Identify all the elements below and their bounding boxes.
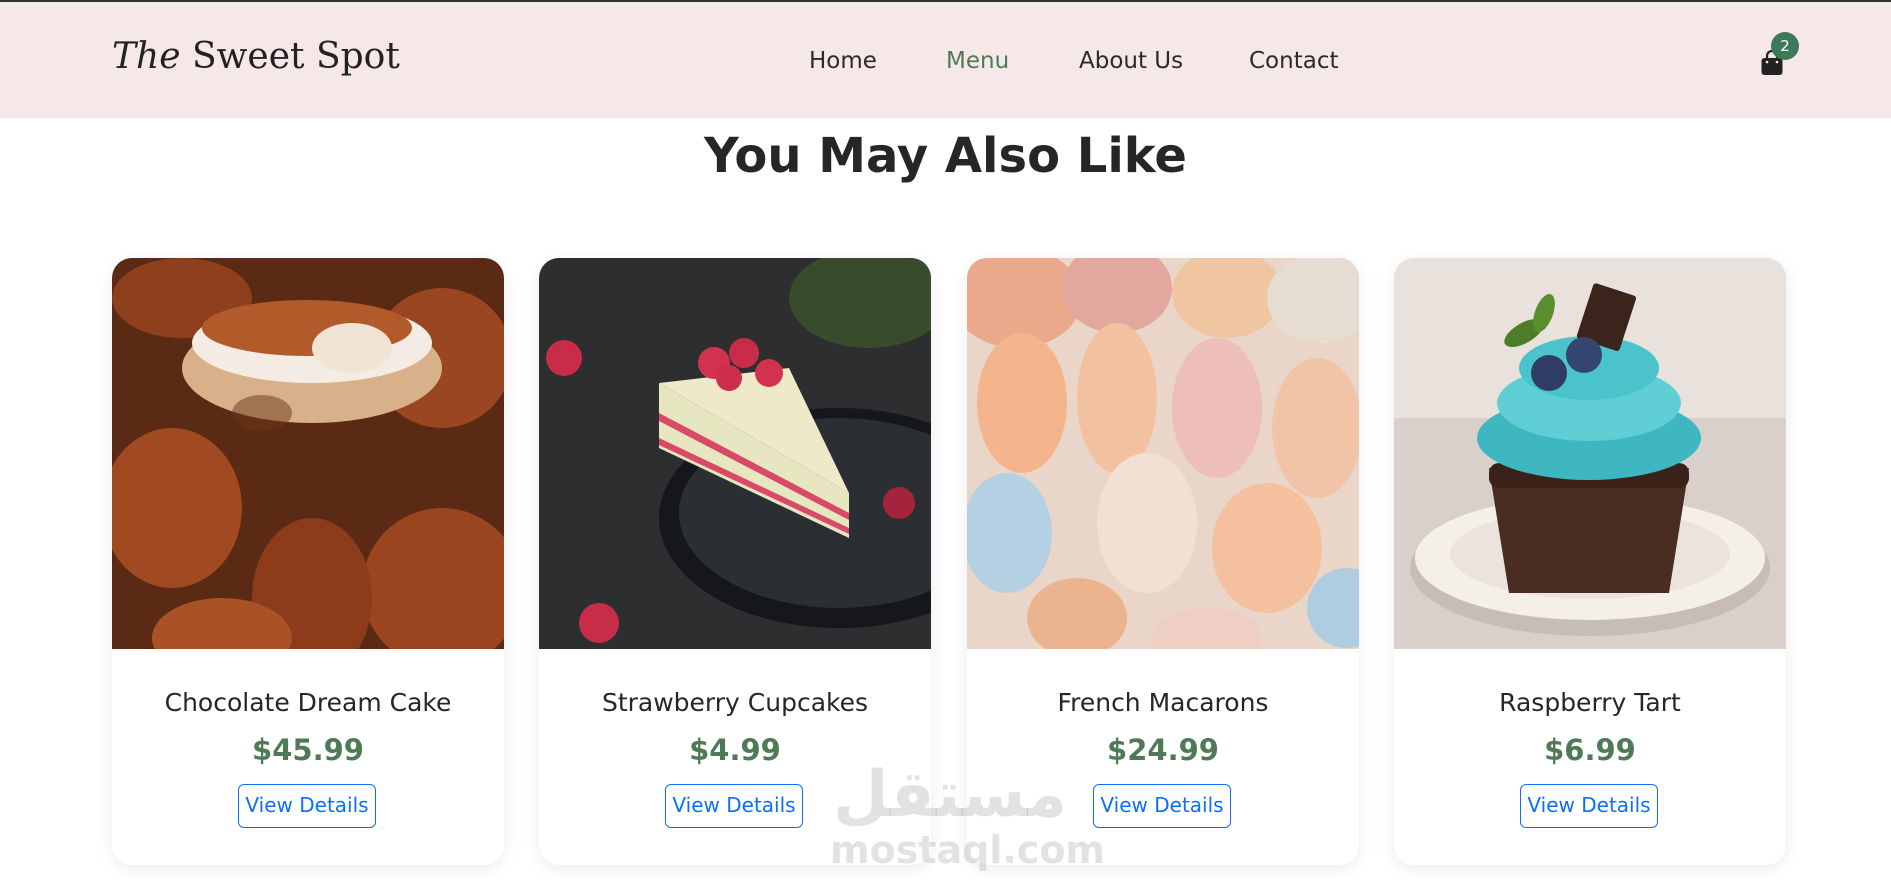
nav-about-us[interactable]: About Us (1079, 48, 1183, 74)
nav-home[interactable]: Home (809, 48, 877, 74)
cupcake-image[interactable] (1394, 258, 1786, 649)
product-name: Chocolate Dream Cake (164, 688, 452, 717)
product-name: Raspberry Tart (1499, 688, 1681, 717)
navbar: The Sweet Spot Home Menu About Us Contac… (0, 2, 1891, 118)
nav-menu[interactable]: Menu (946, 48, 1009, 74)
cart-count-badge: 2 (1771, 32, 1799, 60)
brand-logo[interactable]: The Sweet Spot (112, 36, 400, 77)
layer-cake-image[interactable] (539, 258, 931, 649)
view-details-button[interactable]: View Details (238, 784, 376, 828)
product-card: Strawberry Cupcakes $4.99 View Details (539, 258, 931, 865)
product-price: $6.99 (1544, 733, 1636, 767)
product-card: Chocolate Dream Cake $45.99 View Details (112, 258, 504, 865)
product-card: French Macarons $24.99 View Details (967, 258, 1359, 865)
view-details-button[interactable]: View Details (1520, 784, 1658, 828)
view-details-button[interactable]: View Details (665, 784, 803, 828)
product-price: $24.99 (1107, 733, 1219, 767)
tiramisu-image[interactable] (112, 258, 504, 649)
product-price: $45.99 (252, 733, 364, 767)
brand-part-1: The (112, 36, 181, 77)
brand-part-2: Sweet Spot (180, 36, 400, 77)
section-title: You May Also Like (704, 128, 1187, 184)
view-details-button[interactable]: View Details (1093, 784, 1231, 828)
macarons-image[interactable] (967, 258, 1359, 649)
product-card: Raspberry Tart $6.99 View Details (1394, 258, 1786, 865)
nav-contact[interactable]: Contact (1249, 48, 1338, 74)
product-name: French Macarons (1057, 688, 1269, 717)
product-price: $4.99 (689, 733, 781, 767)
product-name: Strawberry Cupcakes (601, 688, 869, 717)
